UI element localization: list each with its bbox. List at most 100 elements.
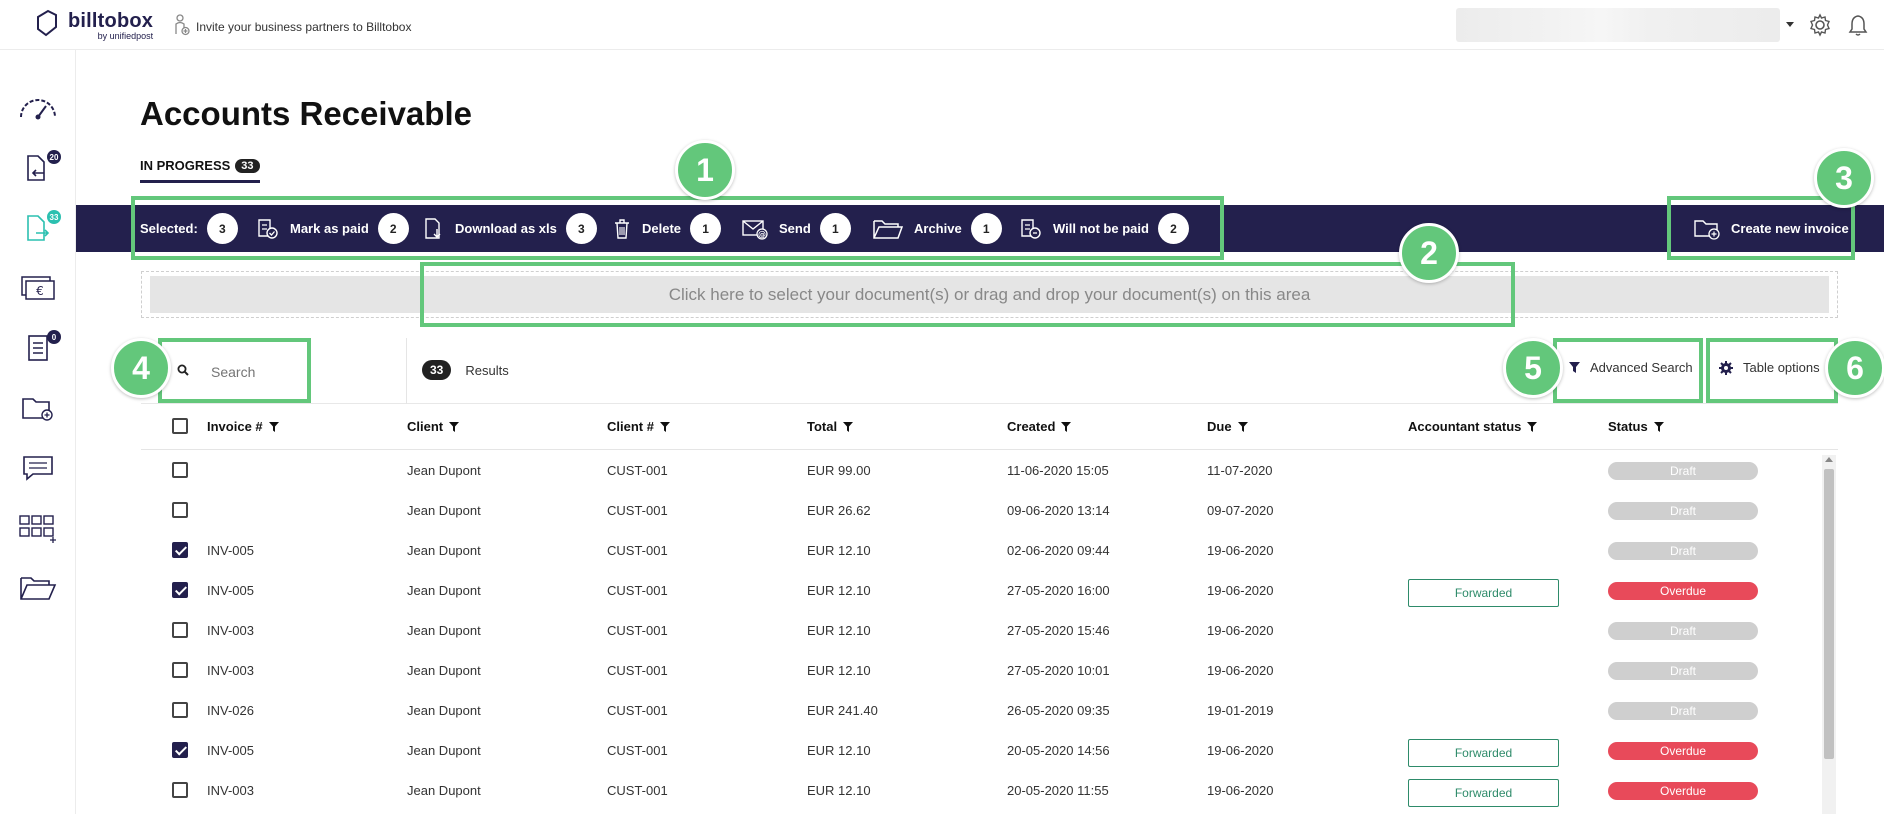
table-row[interactable]: Jean Dupont CUST-001 EUR 26.62 09-06-2020 1… (141, 490, 1821, 530)
annotation-marker-1: 1 (675, 140, 735, 200)
annotation-marker-6: 6 (1825, 338, 1884, 398)
sidebar-item-payments[interactable]: € (18, 270, 58, 310)
table-row[interactable]: INV-026 Jean Dupont CUST-001 EUR 241.40 26-0… (141, 690, 1821, 730)
due-cell: 19-06-2020 (1207, 663, 1274, 678)
due-cell: 09-07-2020 (1207, 503, 1274, 518)
annotation-box-table-options (1706, 338, 1838, 403)
due-cell: 19-06-2020 (1207, 743, 1274, 758)
results-label: Results (465, 362, 509, 378)
column-filter-icon[interactable] (268, 421, 279, 432)
total-cell: EUR 12.10 (807, 783, 871, 798)
column-filter-icon[interactable] (659, 421, 670, 432)
table-scrollbar[interactable] (1822, 455, 1836, 814)
column-header-client[interactable]: Client (407, 419, 460, 434)
annotation-box-bulk-actions (131, 196, 1224, 260)
column-label: Accountant status (1408, 419, 1522, 434)
created-cell: 09-06-2020 13:14 (1007, 503, 1110, 518)
client-number-cell: CUST-001 (607, 623, 668, 638)
column-filter-icon[interactable] (1527, 421, 1538, 432)
column-filter-icon[interactable] (1237, 421, 1248, 432)
notifications-bell-icon[interactable] (1847, 13, 1869, 42)
sidebar-item-folder-add[interactable] (18, 390, 58, 430)
column-label: Client # (607, 419, 654, 434)
top-bar: billtobox by unifiedpost Invite your bus… (0, 0, 1884, 50)
table-row[interactable]: INV-005 Jean Dupont CUST-001 EUR 12.10 27-05… (141, 570, 1821, 610)
table-row[interactable]: Jean Dupont CUST-001 EUR 99.00 11-06-2020 1… (141, 450, 1821, 490)
table-row[interactable]: INV-005 Jean Dupont CUST-001 EUR 12.10 20-05… (141, 730, 1821, 770)
column-filter-icon[interactable] (1061, 421, 1072, 432)
account-selector[interactable] (1456, 8, 1780, 42)
row-select-checkbox[interactable] (172, 702, 188, 718)
column-header-created[interactable]: Created (1007, 419, 1072, 434)
scrollbar-thumb[interactable] (1824, 469, 1834, 759)
client-cell: Jean Dupont (407, 463, 481, 478)
column-header-accountant-status[interactable]: Accountant status (1408, 419, 1538, 434)
column-filter-icon[interactable] (1653, 421, 1664, 432)
created-cell: 27-05-2020 10:01 (1007, 663, 1110, 678)
column-label: Invoice # (207, 419, 263, 434)
app-logo[interactable]: billtobox by unifiedpost (34, 9, 153, 42)
due-cell: 11-07-2020 (1207, 463, 1273, 478)
column-filter-icon[interactable] (449, 421, 460, 432)
invoice-number-cell: INV-003 (207, 663, 254, 678)
sidebar-item-messages[interactable] (18, 450, 58, 490)
scroll-up-icon[interactable] (1825, 457, 1833, 462)
sidebar-item-outgoing[interactable]: 33 (18, 210, 61, 250)
sidebar-item-dashboard[interactable] (18, 90, 58, 130)
page-title: Accounts Receivable (140, 95, 472, 132)
column-label: Client (407, 419, 444, 434)
column-filter-icon[interactable] (843, 421, 854, 432)
folder-add-icon (21, 394, 55, 427)
tab-count-badge: 33 (235, 158, 260, 173)
invite-partners-link[interactable]: Invite your business partners to Billtob… (174, 14, 411, 39)
table-row[interactable]: INV-005 Jean Dupont CUST-001 EUR 12.10 02-06… (141, 530, 1821, 570)
account-dropdown-icon[interactable] (1786, 22, 1794, 27)
column-header-total[interactable]: Total (807, 419, 854, 434)
client-number-cell: CUST-001 (607, 743, 668, 758)
settings-gear-icon[interactable] (1808, 13, 1832, 42)
row-select-checkbox[interactable] (172, 662, 188, 678)
column-header-status[interactable]: Status (1608, 419, 1664, 434)
column-label: Status (1608, 419, 1648, 434)
open-folder-icon (19, 574, 57, 607)
documents-count-badge: 0 (47, 330, 61, 344)
created-cell: 20-05-2020 11:55 (1007, 783, 1109, 798)
invoice-table-body: Jean Dupont CUST-001 EUR 99.00 11-06-2020 1… (141, 450, 1838, 814)
row-select-checkbox[interactable] (172, 782, 188, 798)
table-header: Invoice # Client Client # Total Created … (141, 404, 1838, 450)
table-row[interactable]: INV-003 Jean Dupont CUST-001 EUR 12.10 27-05… (141, 610, 1821, 650)
annotation-box-advanced-search (1553, 338, 1703, 403)
row-select-checkbox[interactable] (172, 582, 188, 598)
annotation-box-search (158, 338, 311, 403)
row-select-checkbox[interactable] (172, 622, 188, 638)
table-row[interactable]: INV-003 Jean Dupont CUST-001 EUR 12.10 27-05… (141, 650, 1821, 690)
sidebar-item-archive[interactable] (18, 570, 58, 610)
sidebar-item-apps[interactable] (18, 510, 58, 550)
row-select-checkbox[interactable] (172, 462, 188, 478)
select-all-checkbox[interactable] (172, 418, 188, 434)
client-number-cell: CUST-001 (607, 663, 668, 678)
status-badge: Draft (1608, 502, 1758, 520)
status-badge: Draft (1608, 622, 1758, 640)
table-row[interactable]: INV-003 Jean Dupont CUST-001 EUR 12.10 20-05… (141, 770, 1821, 810)
accountant-status-badge: Forwarded (1408, 779, 1559, 807)
sidebar-nav: 20 33 € 0 (0, 50, 76, 814)
column-header-due[interactable]: Due (1207, 419, 1248, 434)
accountant-status-badge: Forwarded (1408, 579, 1559, 607)
status-badge: Draft (1608, 662, 1758, 680)
total-cell: EUR 12.10 (807, 583, 871, 598)
sidebar-item-incoming[interactable]: 20 (18, 150, 61, 190)
column-header-invoice[interactable]: Invoice # (207, 419, 279, 434)
column-header-client-number[interactable]: Client # (607, 419, 670, 434)
tab-in-progress[interactable]: IN PROGRESS 33 (140, 158, 260, 183)
dashboard-gauge-icon (18, 95, 58, 126)
annotation-marker-4: 4 (111, 338, 171, 398)
row-select-checkbox[interactable] (172, 742, 188, 758)
toolbar-divider (406, 338, 407, 404)
sidebar-item-documents[interactable]: 0 (18, 330, 61, 370)
row-select-checkbox[interactable] (172, 502, 188, 518)
row-select-checkbox[interactable] (172, 542, 188, 558)
status-badge: Draft (1608, 702, 1758, 720)
due-cell: 19-06-2020 (1207, 623, 1274, 638)
accountant-status-badge: Forwarded (1408, 739, 1559, 767)
